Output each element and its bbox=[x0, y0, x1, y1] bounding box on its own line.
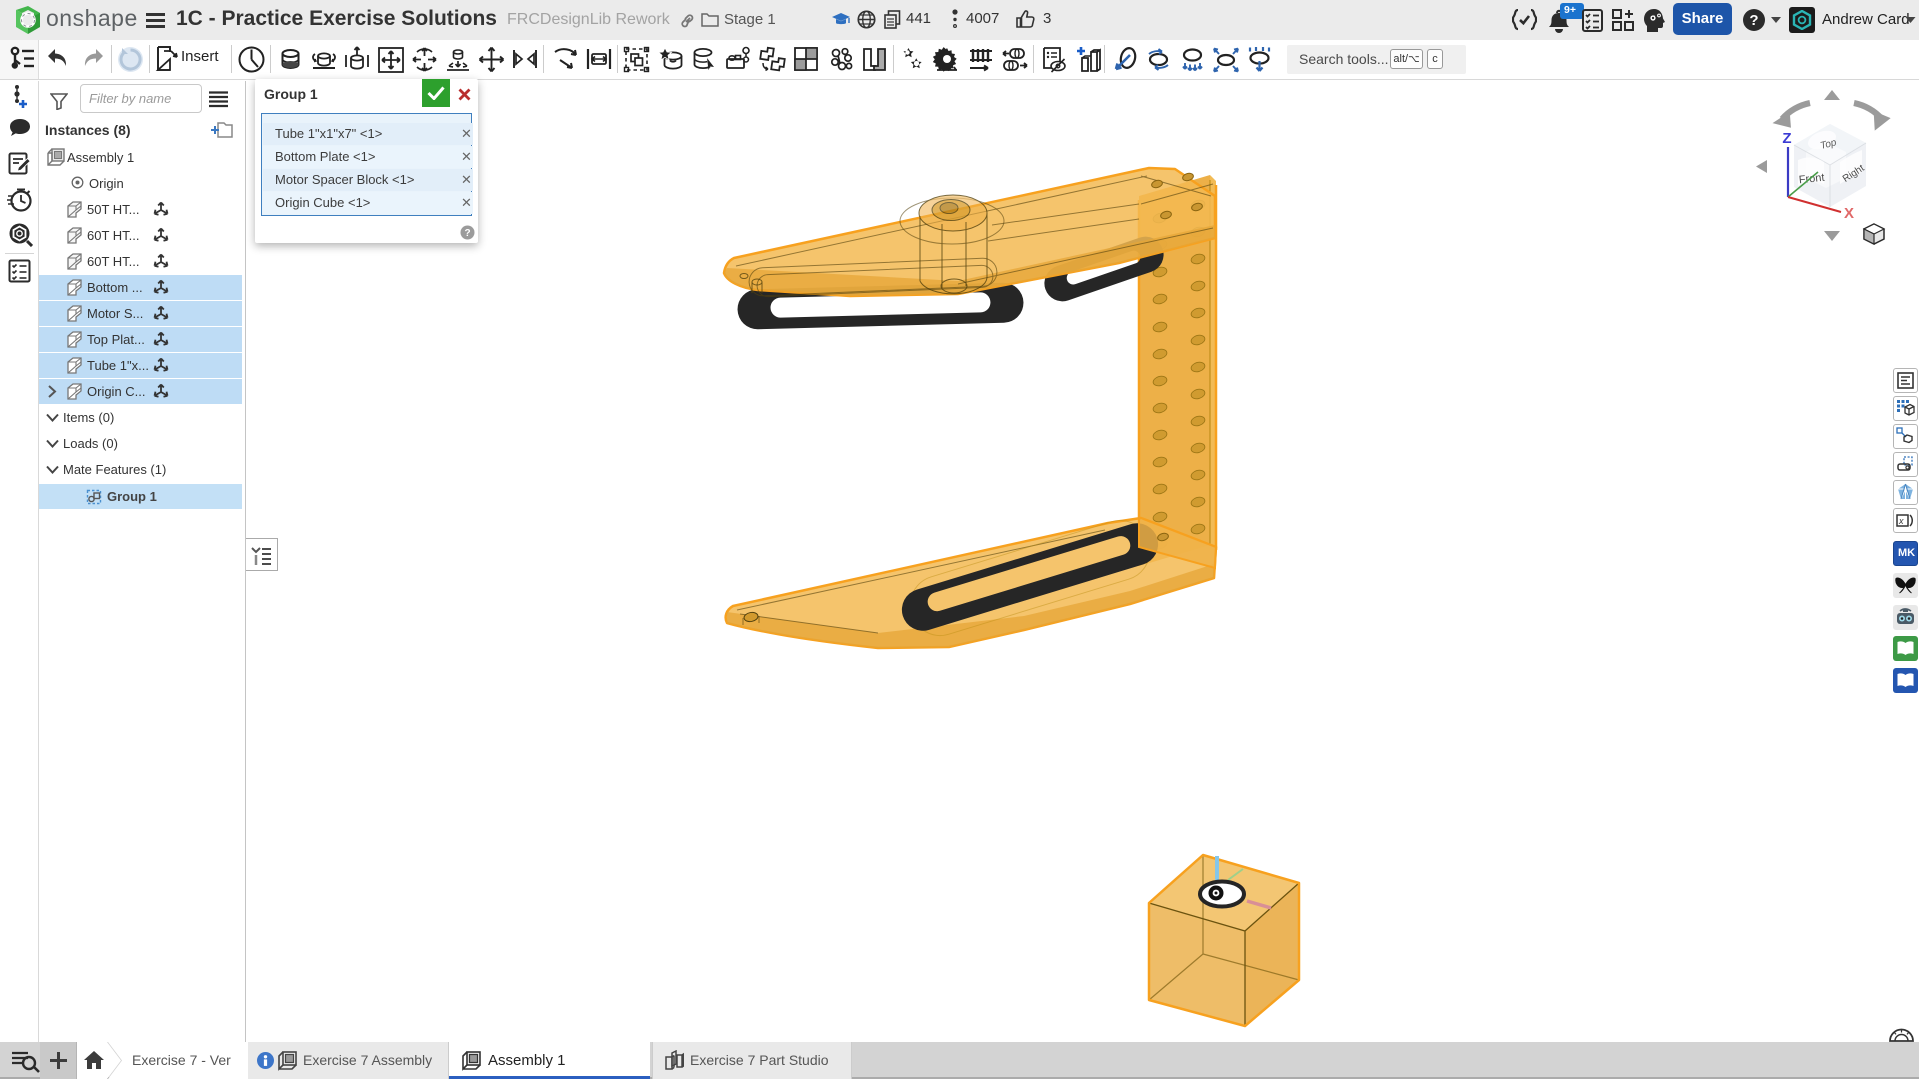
svg-text:Z: Z bbox=[1782, 130, 1791, 147]
svg-text:?: ? bbox=[464, 228, 470, 239]
svg-text:x: x bbox=[1898, 516, 1904, 526]
svg-text:X: X bbox=[1844, 205, 1854, 222]
svg-text:?: ? bbox=[1749, 12, 1758, 29]
